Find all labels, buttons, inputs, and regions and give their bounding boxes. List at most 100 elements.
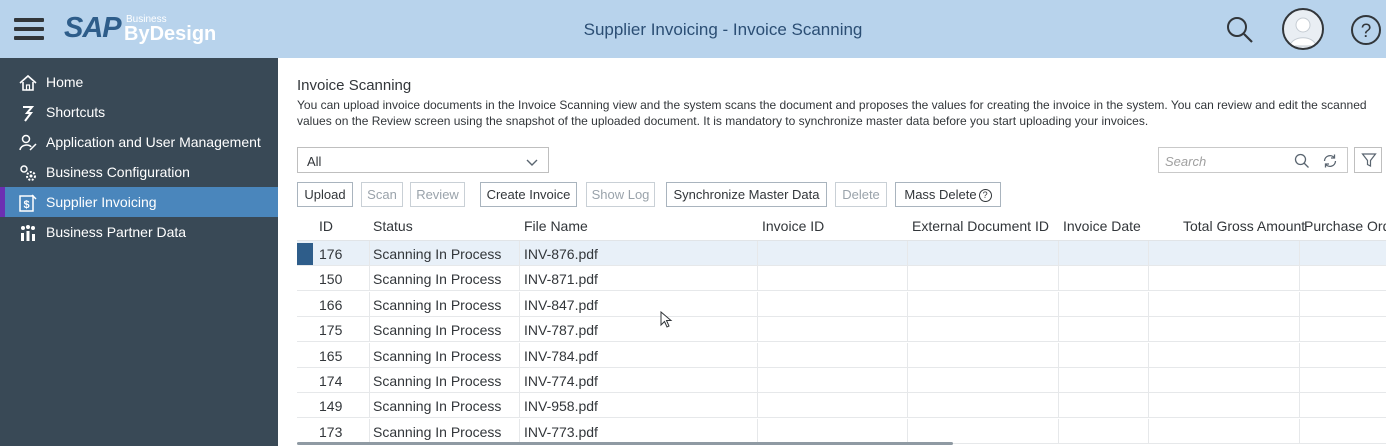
table-row[interactable]: 174 Scanning In Process INV-774.pdf [297, 368, 1386, 393]
column-divider [1148, 317, 1149, 343]
cell-file-name: INV-958.pdf [524, 398, 598, 415]
column-divider [757, 342, 758, 368]
sidebar-item-application-user-management[interactable]: Application and User Management [0, 127, 278, 157]
column-header-invoice-date[interactable]: Invoice Date [1063, 218, 1141, 234]
cell-status: Scanning In Process [373, 296, 502, 313]
sidebar-item-label: Business Configuration [46, 164, 190, 180]
column-divider [757, 266, 758, 292]
search-icon[interactable] [1220, 10, 1260, 50]
mass-delete-button[interactable]: Mass Delete? [895, 182, 1001, 207]
cell-id: 150 [319, 271, 343, 288]
user-avatar[interactable] [1282, 8, 1324, 50]
table-row[interactable]: 165 Scanning In Process INV-784.pdf [297, 342, 1386, 368]
page-header-title: Supplier Invoicing - Invoice Scanning [583, 20, 863, 39]
column-divider [1299, 342, 1300, 368]
column-divider [369, 266, 370, 292]
column-header-purchase-order[interactable]: Purchase Ord [1304, 218, 1386, 234]
cell-status: Scanning In Process [373, 398, 502, 415]
column-divider [1299, 266, 1300, 292]
sidebar-item-business-partner-data[interactable]: Business Partner Data [0, 217, 278, 247]
column-divider [369, 291, 370, 317]
column-header-status[interactable]: Status [373, 218, 413, 234]
table-row[interactable]: 149 Scanning In Process INV-958.pdf [297, 393, 1386, 419]
page-title: Invoice Scanning [297, 77, 412, 94]
search-icon[interactable] [1293, 152, 1311, 170]
cell-status: Scanning In Process [373, 271, 502, 288]
column-divider [1299, 241, 1300, 266]
cell-status: Scanning In Process [373, 322, 502, 339]
column-header-invoice-id[interactable]: Invoice ID [762, 218, 824, 234]
search-input[interactable] [1165, 152, 1285, 170]
column-header-external-document-id[interactable]: External Document ID [912, 218, 1049, 234]
column-divider [519, 418, 520, 444]
refresh-icon[interactable] [1321, 152, 1339, 170]
sidebar-item-label: Shortcuts [46, 104, 106, 120]
sidebar-item-shortcuts[interactable]: Shortcuts [0, 97, 278, 127]
cell-status: Scanning In Process [373, 373, 502, 389]
table-row[interactable]: 176 Scanning In Process INV-876.pdf [297, 241, 1386, 266]
column-divider [369, 393, 370, 419]
column-divider [1299, 418, 1300, 444]
column-divider [519, 266, 520, 292]
view-filter-select[interactable]: All [297, 147, 549, 173]
cell-status: Scanning In Process [373, 423, 502, 440]
cell-id: 166 [319, 296, 343, 313]
filter-button[interactable] [1354, 147, 1382, 173]
partner-icon [18, 223, 38, 243]
cell-id: 173 [319, 423, 343, 440]
column-divider [757, 317, 758, 343]
synchronize-master-data-button[interactable]: Synchronize Master Data [666, 182, 827, 207]
shell-header: SAP Business ByDesign Supplier Invoicing… [0, 0, 1386, 58]
row-selection-indicator[interactable] [297, 243, 313, 265]
review-button[interactable]: Review [410, 182, 465, 207]
horizontal-scrollbar[interactable] [297, 442, 953, 445]
column-divider [907, 342, 908, 368]
column-divider [519, 393, 520, 419]
delete-button[interactable]: Delete [835, 182, 887, 207]
column-header-id[interactable]: ID [319, 218, 333, 234]
column-divider [369, 342, 370, 368]
column-divider [519, 317, 520, 343]
upload-button[interactable]: Upload [297, 182, 353, 207]
column-divider [1148, 266, 1149, 292]
scan-button[interactable]: Scan [361, 182, 403, 207]
column-divider [369, 368, 370, 393]
info-icon[interactable]: ? [978, 189, 992, 202]
column-divider [757, 241, 758, 266]
help-icon[interactable]: ? [1346, 10, 1386, 50]
sidebar-item-label: Home [46, 74, 84, 90]
create-invoice-button[interactable]: Create Invoice [480, 182, 577, 207]
page-description: You can upload invoice documents in the … [297, 98, 1367, 128]
column-divider [1148, 418, 1149, 444]
cell-file-name: INV-871.pdf [524, 271, 598, 288]
sidebar-item-business-configuration[interactable]: Business Configuration [0, 157, 278, 187]
column-divider [1058, 368, 1059, 393]
table-row[interactable]: 173 Scanning In Process INV-773.pdf [297, 418, 1386, 444]
show-log-button[interactable]: Show Log [586, 182, 655, 207]
table-row[interactable]: 166 Scanning In Process INV-847.pdf [297, 291, 1386, 317]
mouse-pointer-icon [660, 310, 674, 329]
column-header-total-gross-amount[interactable]: Total Gross Amount [1183, 218, 1305, 234]
sidebar-item-supplier-invoicing[interactable]: $ Supplier Invoicing [0, 187, 278, 217]
table-header-row: ID Status File Name Invoice ID External … [297, 211, 1386, 241]
column-header-file-name[interactable]: File Name [524, 218, 588, 234]
sidebar-nav: Home Shortcuts Application and User Mana… [0, 58, 278, 446]
column-divider [519, 342, 520, 368]
home-icon [18, 73, 38, 93]
user-management-icon [18, 133, 38, 153]
column-divider [907, 266, 908, 292]
column-divider [757, 393, 758, 419]
sidebar-item-home[interactable]: Home [0, 67, 278, 97]
table-row[interactable]: 150 Scanning In Process INV-871.pdf [297, 266, 1386, 292]
column-divider [1148, 342, 1149, 368]
column-divider [1058, 291, 1059, 317]
table-row[interactable]: 175 Scanning In Process INV-787.pdf [297, 317, 1386, 343]
column-divider [1058, 241, 1059, 266]
cell-id: 149 [319, 398, 343, 415]
column-divider [1058, 418, 1059, 444]
column-divider [1299, 291, 1300, 317]
svg-text:$: $ [23, 199, 29, 211]
view-filter-value: All [307, 154, 322, 169]
invoice-icon: $ [18, 193, 38, 213]
shortcut-icon [18, 103, 38, 123]
